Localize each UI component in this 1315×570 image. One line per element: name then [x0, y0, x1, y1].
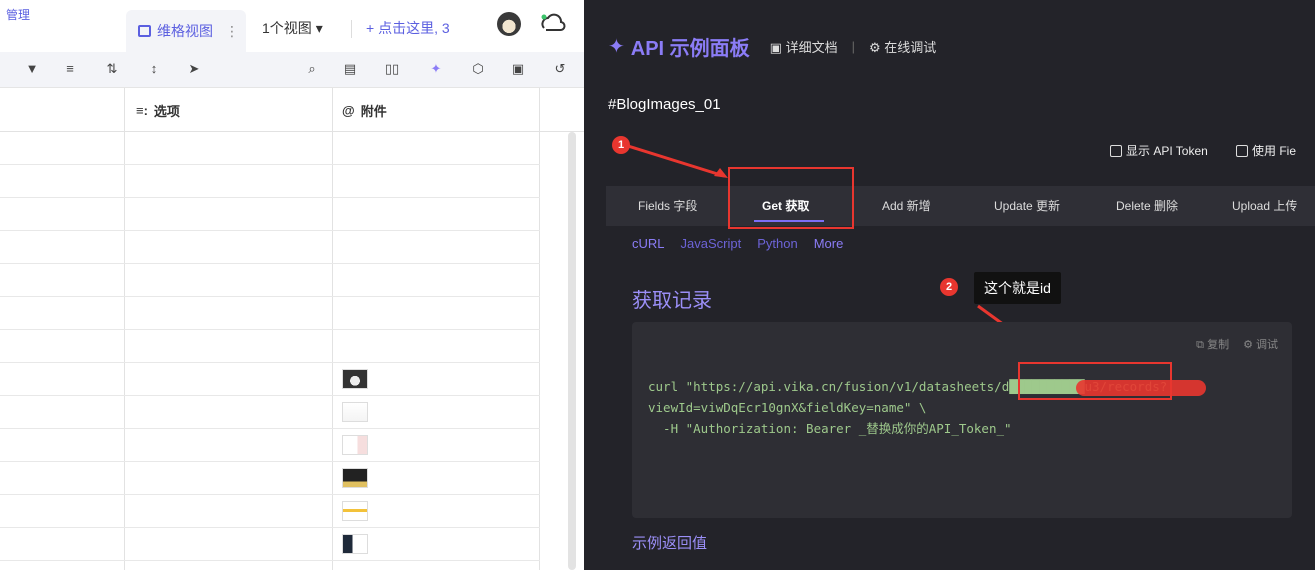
datasheet-panel: 管理 维格视图 ⋮ 1个视图 ▾ + 点击这里, 3 ▼ ≡ ⇅ ↕ ➤ ⌕ ▤…: [0, 0, 584, 570]
add-view-label: 点击这里, 3: [378, 20, 450, 36]
tab-add[interactable]: Add 新增: [882, 186, 931, 226]
tab-upload[interactable]: Upload 上传: [1232, 186, 1297, 226]
history-icon[interactable]: ↺: [552, 61, 568, 77]
divider: |: [851, 39, 855, 54]
title-label: API 示例面板: [630, 38, 750, 60]
table-row[interactable]: [0, 297, 540, 330]
table-row[interactable]: [0, 165, 540, 198]
table-row[interactable]: [0, 429, 540, 462]
api-panel: ✦ API 示例面板 ▣ 详细文档 | ⚙ 在线调试 #BlogImages_0…: [584, 0, 1315, 570]
attachment-thumbnail[interactable]: [342, 501, 368, 521]
more-icon[interactable]: ⋮: [225, 23, 239, 40]
sort-icon[interactable]: ⇅: [104, 61, 120, 77]
highlight-box: [728, 167, 854, 229]
code-line: viewId=viwDqEcr10gnX&fieldKey=name" \: [648, 400, 927, 415]
tab-update[interactable]: Update 更新: [994, 186, 1060, 226]
use-field-checkbox[interactable]: 使用 Fie: [1236, 142, 1296, 159]
method-tabs: Fields 字段 Get 获取 Add 新增 Update 更新 Delete…: [606, 186, 1315, 226]
tab-delete[interactable]: Delete 删除: [1116, 186, 1178, 226]
attachment-thumbnail[interactable]: [342, 468, 368, 488]
grid-view-icon: [138, 25, 151, 37]
attachment-thumbnail[interactable]: [342, 534, 368, 554]
form-icon[interactable]: ▤: [342, 61, 358, 77]
table-row[interactable]: [0, 198, 540, 231]
view-count-dropdown[interactable]: 1个视图 ▾: [262, 18, 323, 38]
lang-curl[interactable]: cURL: [632, 236, 665, 251]
filter-icon[interactable]: ▼: [24, 61, 40, 76]
column-options[interactable]: ≡: 选项: [136, 88, 180, 132]
column-label: 附件: [360, 103, 387, 119]
highlight-box: [1018, 362, 1172, 400]
table-row[interactable]: [0, 264, 540, 297]
attachment-thumbnail[interactable]: [342, 402, 368, 422]
annotation-badge-2: 2: [940, 278, 958, 296]
doc-link[interactable]: ▣ 详细文档: [770, 37, 838, 56]
datasheet-name: #BlogImages_01: [608, 96, 721, 113]
tab-fields[interactable]: Fields 字段: [638, 186, 697, 226]
table-header: ≡: 选项 @ 附件: [0, 88, 584, 132]
group-icon[interactable]: ≡: [62, 61, 78, 76]
debug-button[interactable]: ⚙ 调试: [1243, 336, 1278, 352]
options-icon: ≡:: [136, 102, 148, 118]
api-logo-icon: ✦: [608, 36, 625, 58]
manage-link[interactable]: 管理: [6, 6, 30, 23]
debug-label: 调试: [1256, 339, 1278, 351]
debug-link[interactable]: ⚙ 在线调试: [869, 37, 936, 56]
chevron-down-icon: ▾: [315, 19, 323, 36]
tooltip-annotation: 这个就是id: [974, 272, 1061, 304]
checkbox-label: 显示 API Token: [1126, 144, 1208, 158]
robot-icon[interactable]: ⬡: [470, 61, 486, 77]
api-icon[interactable]: ✦: [428, 61, 444, 77]
lang-python[interactable]: Python: [757, 236, 797, 251]
toolbar: ▼ ≡ ⇅ ↕ ➤ ⌕ ▤ ▯▯ ✦ ⬡ ▣ ↺: [0, 52, 584, 88]
table-row[interactable]: [0, 330, 540, 363]
doc-link-label: 详细文档: [785, 40, 838, 55]
table-row[interactable]: [0, 495, 540, 528]
search-icon[interactable]: ⌕: [304, 61, 320, 77]
table-row[interactable]: [0, 528, 540, 561]
section-title: 获取记录: [632, 290, 712, 312]
gallery-icon[interactable]: ▯▯: [384, 61, 400, 77]
table-row[interactable]: [0, 363, 540, 396]
table-row[interactable]: [0, 462, 540, 495]
attachment-thumbnail[interactable]: [342, 435, 368, 455]
page-title: ✦ API 示例面板 ▣ 详细文档 | ⚙ 在线调试: [608, 32, 936, 61]
checkbox-box: [1236, 144, 1248, 157]
scrollbar[interactable]: [568, 132, 576, 570]
widget-icon[interactable]: ▣: [510, 61, 526, 77]
checkbox-box: [1110, 144, 1122, 157]
column-label: 选项: [153, 103, 180, 119]
debug-link-label: 在线调试: [884, 40, 937, 55]
checkbox-label: 使用 Fie: [1252, 144, 1297, 158]
code-block: ⧉ 复制 ⚙ 调试 curl "https://api.vika.cn/fusi…: [632, 322, 1292, 518]
lang-more[interactable]: More: [814, 236, 844, 251]
attachment-icon: @: [342, 102, 355, 118]
arrow-annotation: [627, 144, 728, 178]
show-token-checkbox[interactable]: 显示 API Token: [1110, 142, 1208, 159]
code-actions: ⧉ 复制 ⚙ 调试: [1196, 336, 1278, 352]
attachment-thumbnail[interactable]: [342, 369, 368, 389]
copy-button[interactable]: ⧉ 复制: [1196, 336, 1229, 352]
table-row[interactable]: [0, 396, 540, 429]
code-line: -H "Authorization: Bearer _替换成你的API_Toke…: [648, 421, 1012, 436]
cloud-icon[interactable]: [538, 12, 566, 34]
view-count-label: 1个视图: [262, 20, 312, 36]
language-tabs: cURL JavaScript Python More: [632, 236, 843, 251]
lang-javascript[interactable]: JavaScript: [681, 236, 742, 251]
add-view-button[interactable]: + 点击这里, 3: [366, 18, 466, 38]
view-tab[interactable]: 维格视图 ⋮: [126, 10, 246, 52]
share-icon[interactable]: ➤: [186, 61, 202, 77]
table-row[interactable]: [0, 231, 540, 264]
table-row[interactable]: [0, 132, 540, 165]
copy-label: 复制: [1207, 339, 1230, 351]
row-height-icon[interactable]: ↕: [146, 61, 162, 76]
view-tab-label: 维格视图: [157, 23, 213, 39]
column-attachments[interactable]: @ 附件: [342, 88, 387, 132]
divider: [351, 20, 352, 38]
avatar[interactable]: [497, 12, 521, 36]
example-return-title: 示例返回值: [632, 535, 708, 552]
